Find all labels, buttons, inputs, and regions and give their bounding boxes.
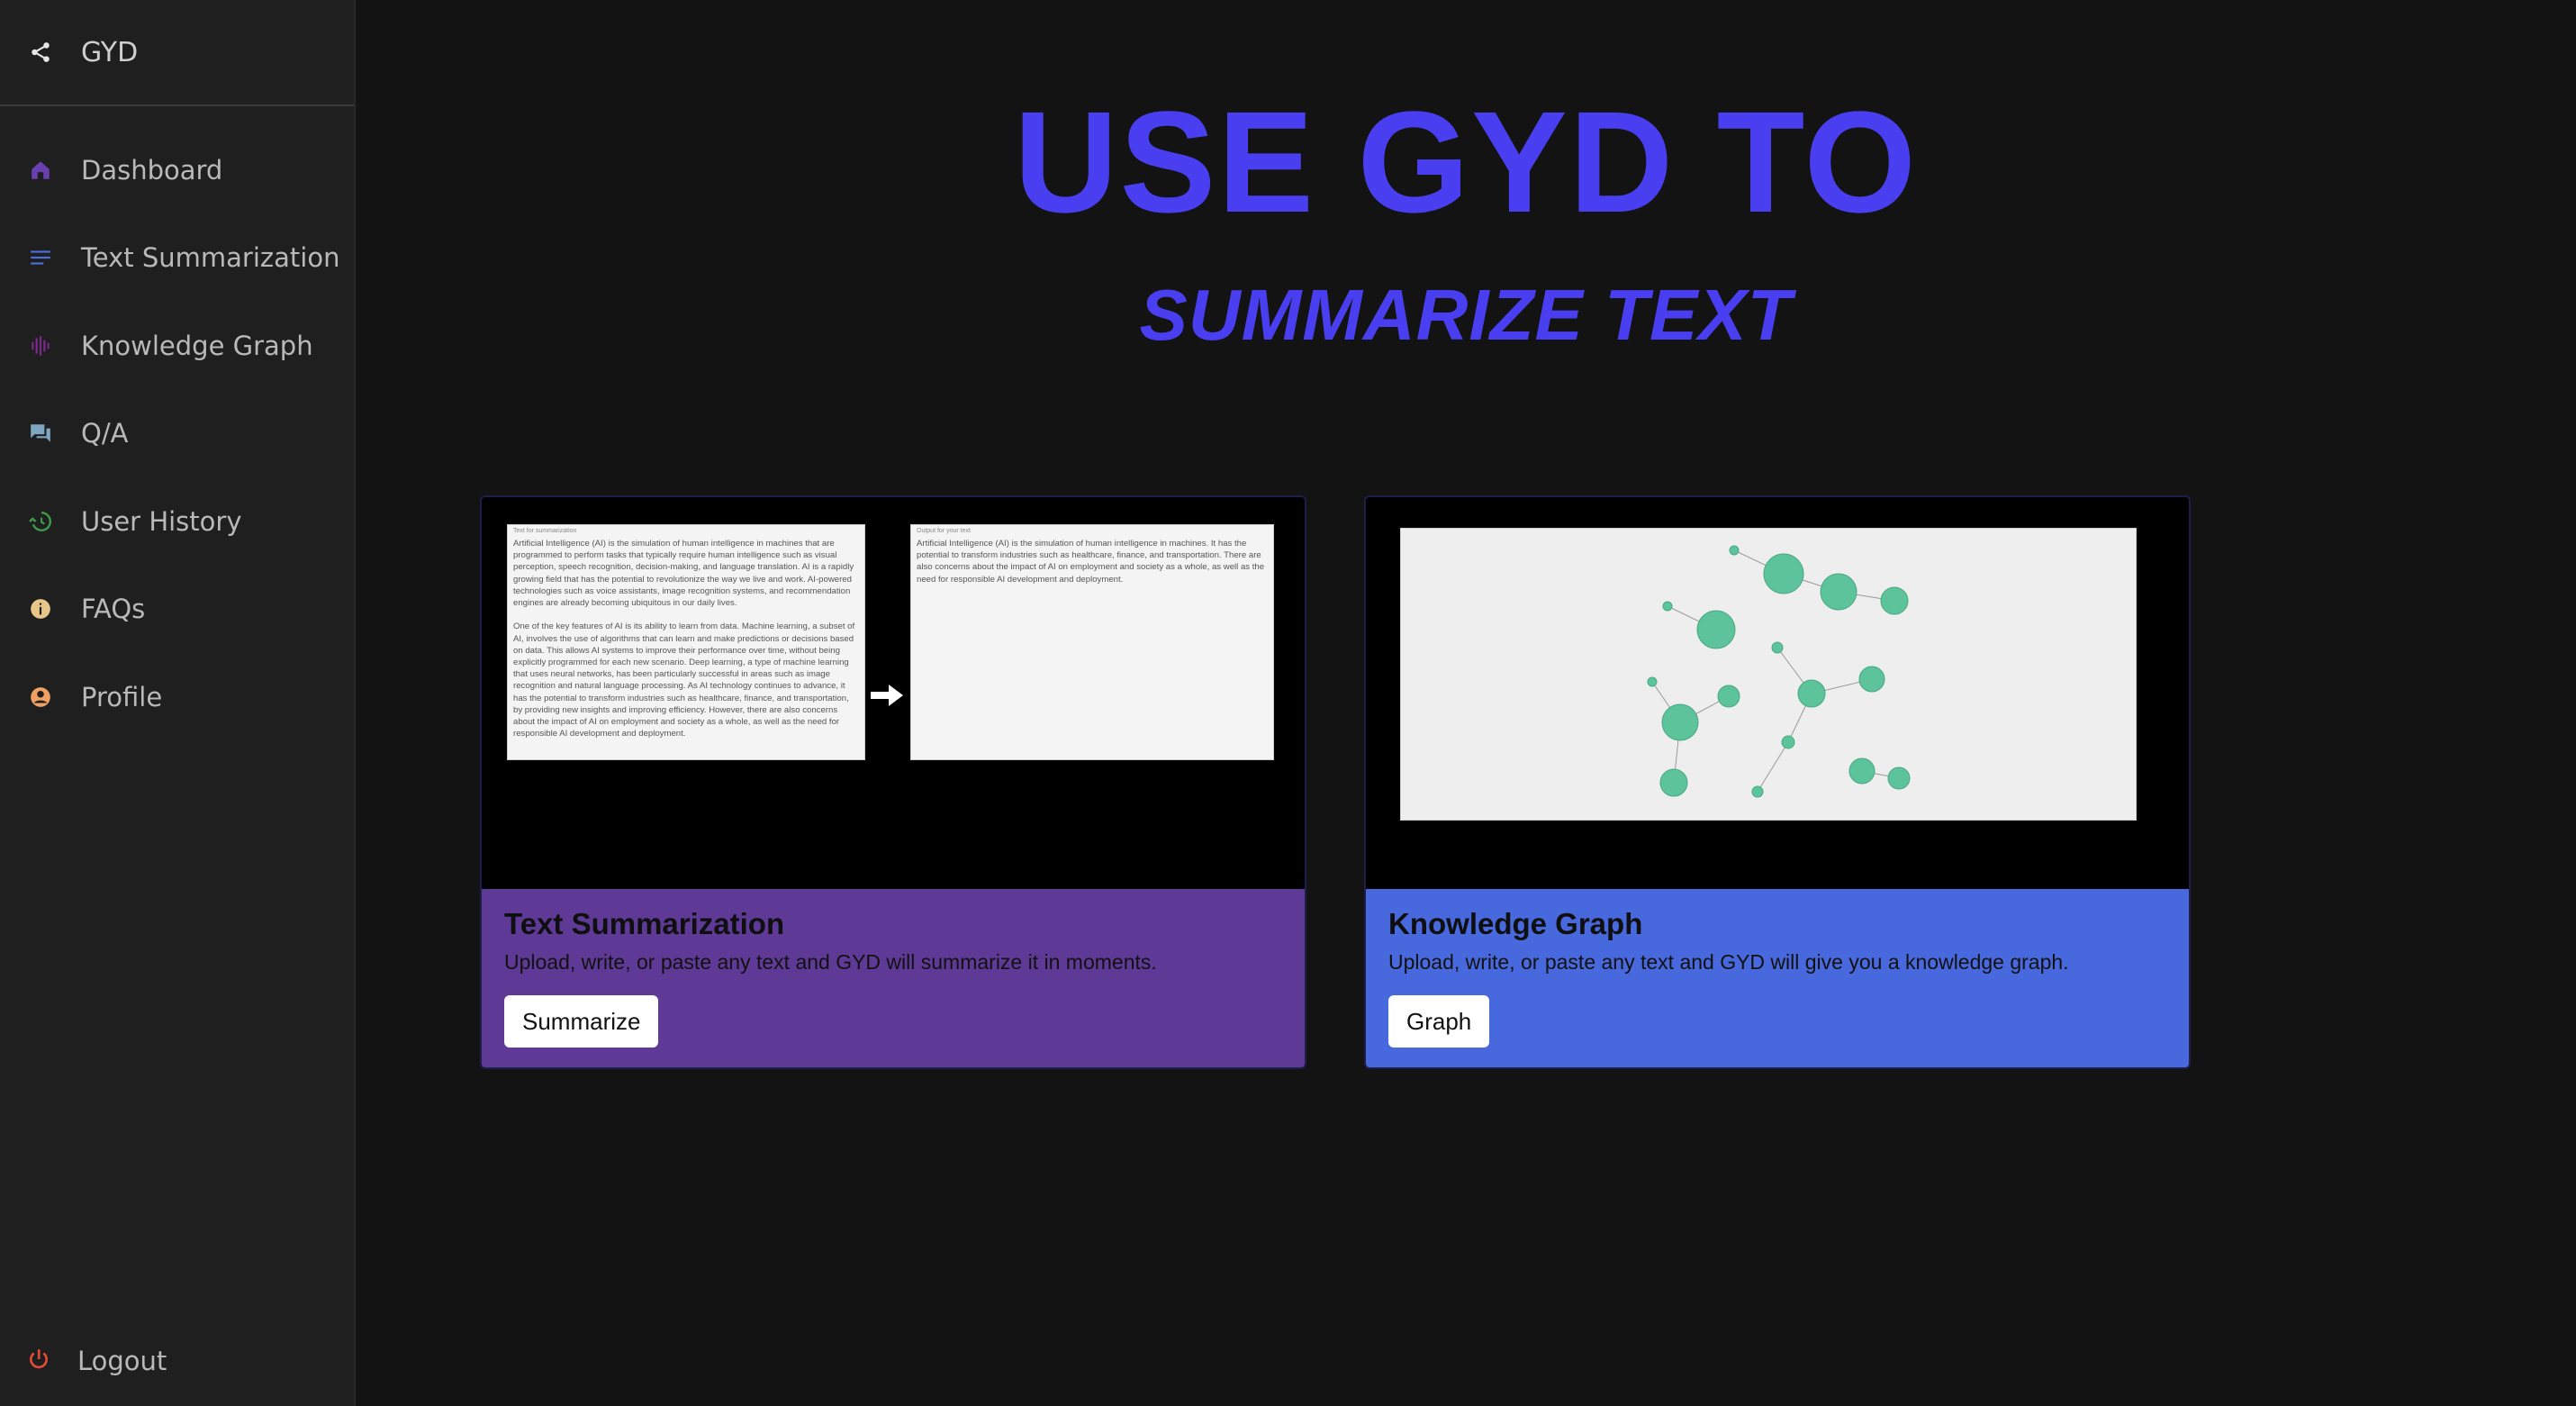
sidebar-item-label: User History <box>81 505 242 537</box>
logout-button[interactable]: Logout <box>0 1317 354 1405</box>
card-description: Upload, write, or paste any text and GYD… <box>504 950 1157 974</box>
arrow-right-icon <box>871 677 903 714</box>
card-title: Text Summarization <box>504 907 785 940</box>
graph-illustration <box>1647 545 1911 798</box>
waveform-icon <box>27 332 54 359</box>
sidebar-item-label: FAQs <box>81 594 146 625</box>
summarization-preview: Text for summarization Artificial Intell… <box>482 497 1305 889</box>
sidebar-item-label: Profile <box>81 681 163 712</box>
sidebar-item-knowledge-graph[interactable]: Knowledge Graph <box>0 302 354 390</box>
brand[interactable]: GYD <box>0 0 354 106</box>
home-icon <box>27 157 54 184</box>
sidebar-item-qa[interactable]: Q/A <box>0 390 354 478</box>
sidebar-nav: Dashboard Text Summarization Knowledge G… <box>0 126 354 741</box>
sidebar-item-text-summarization[interactable]: Text Summarization <box>0 214 354 303</box>
hero-subtitle: SUMMARIZE TEXT <box>1139 275 1793 355</box>
brand-label: GYD <box>81 36 139 68</box>
summarize-button[interactable]: Summarize <box>504 995 659 1048</box>
input-text: Artificial Intelligence (AI) is the simu… <box>513 539 855 739</box>
output-text-panel: Output for your text Artificial Intellig… <box>910 524 1274 760</box>
history-icon <box>27 508 54 535</box>
card-description: Upload, write, or paste any text and GYD… <box>1388 950 2069 974</box>
sidebar-item-label: Q/A <box>81 418 129 449</box>
input-text-panel: Text for summarization Artificial Intell… <box>507 524 865 760</box>
chat-icon <box>27 420 54 447</box>
profile-icon <box>27 684 54 711</box>
graph-canvas <box>1400 528 2137 821</box>
card-footer: Knowledge Graph Upload, write, or paste … <box>1366 889 2189 1067</box>
sidebar-item-faqs[interactable]: FAQs <box>0 566 354 654</box>
power-icon <box>27 1347 50 1374</box>
card-title: Knowledge Graph <box>1388 907 1643 940</box>
sidebar-item-user-history[interactable]: User History <box>0 477 354 566</box>
sidebar-item-profile[interactable]: Profile <box>0 653 354 741</box>
sidebar-item-label: Knowledge Graph <box>81 330 313 361</box>
info-icon <box>27 595 54 622</box>
output-text: Artificial Intelligence (AI) is the simu… <box>917 539 1267 585</box>
sidebar-item-label: Dashboard <box>81 154 223 186</box>
sidebar: GYD Dashboard Text Summarization Knowled… <box>0 0 356 1406</box>
text-summarization-card: Text for summarization Artificial Intell… <box>480 495 1306 1069</box>
share-icon <box>27 39 54 66</box>
graph-button[interactable]: Graph <box>1388 995 1490 1048</box>
input-placeholder: Text for summarization <box>513 528 577 534</box>
text-lines-icon <box>27 244 54 271</box>
logout-label: Logout <box>77 1346 167 1376</box>
sidebar-item-label: Text Summarization <box>81 242 340 274</box>
hero-title: USE GYD TO <box>1014 81 1918 242</box>
knowledge-graph-card: Knowledge Graph Upload, write, or paste … <box>1364 495 2191 1069</box>
card-footer: Text Summarization Upload, write, or pas… <box>482 889 1305 1067</box>
sidebar-item-dashboard[interactable]: Dashboard <box>0 126 354 214</box>
graph-preview <box>1366 497 2189 889</box>
output-placeholder: Output for your text <box>917 528 971 534</box>
